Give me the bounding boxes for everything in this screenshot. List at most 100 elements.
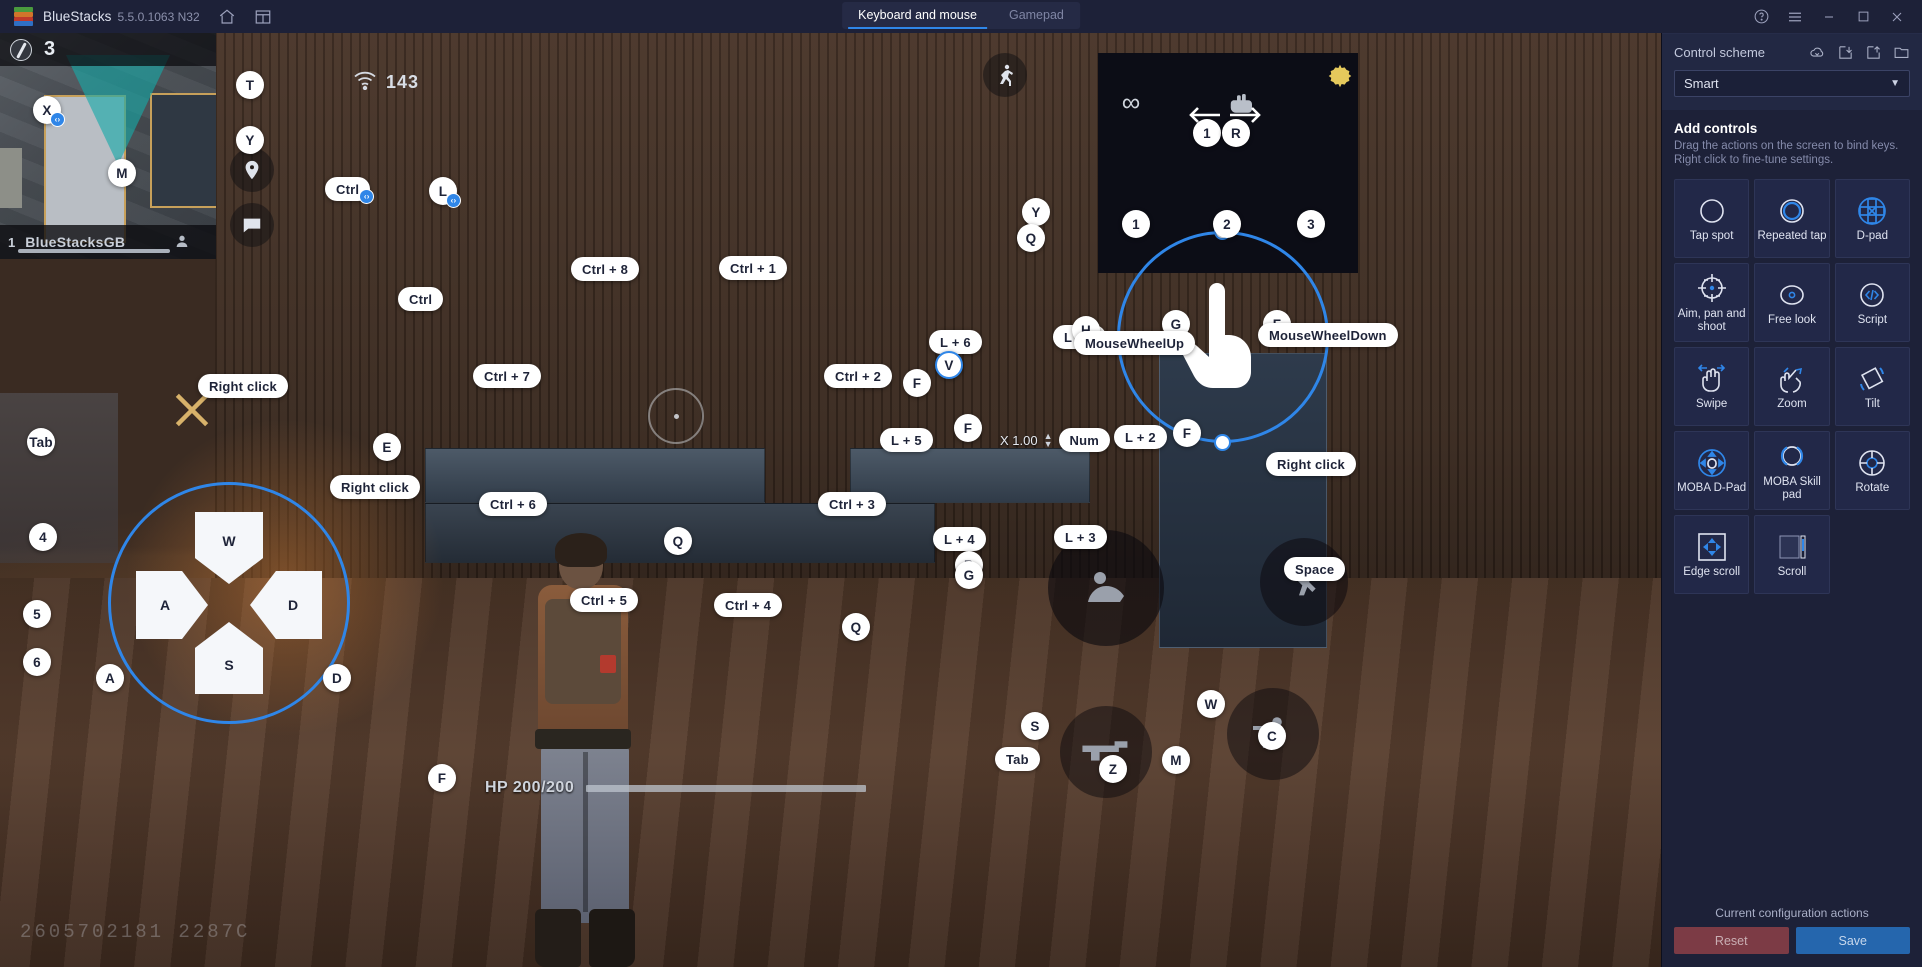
key-badge-ctrl-5[interactable]: Ctrl + 5 — [570, 588, 639, 612]
control-tile-moba-skill-pad[interactable]: MOBA Skill pad — [1754, 431, 1830, 510]
key-badge-l-3[interactable]: L + 3 — [1054, 525, 1107, 549]
key-badge-ctrl-4[interactable]: Ctrl + 4 — [714, 593, 783, 617]
key-badge-ctrl-1[interactable]: Ctrl + 1 — [719, 256, 788, 280]
key-badge-m[interactable]: M — [108, 159, 136, 187]
key-badge-g[interactable]: G — [955, 561, 983, 589]
key-badge-f[interactable]: F — [954, 414, 982, 442]
key-badge-l-6[interactable]: L + 6 — [929, 330, 982, 354]
control-scheme-select[interactable]: Smart ▼ — [1674, 70, 1910, 97]
key-badge-e[interactable]: E — [373, 433, 401, 461]
key-badge-y[interactable]: Y — [1022, 198, 1050, 226]
key-badge-right-click[interactable]: Right click — [198, 374, 288, 398]
export-icon[interactable] — [1865, 44, 1882, 61]
control-tile-rotate[interactable]: Rotate — [1834, 431, 1910, 510]
close-icon[interactable] — [1880, 0, 1914, 33]
key-badge-x[interactable]: X ‹› — [33, 96, 65, 127]
key-badge-num[interactable]: Num — [1058, 428, 1111, 452]
key-badge-1[interactable]: 1 — [1193, 119, 1221, 147]
key-badge-ctrl-2[interactable]: Ctrl + 2 — [824, 364, 893, 388]
control-tile-script[interactable]: Script — [1834, 263, 1910, 342]
key-badge-label: F — [437, 770, 447, 786]
key-badge-l-4[interactable]: L + 4 — [933, 527, 986, 551]
key-badge-tab[interactable]: Tab — [27, 428, 55, 456]
key-badge-1[interactable]: 1 — [1122, 210, 1150, 238]
key-badge-ctrl[interactable]: Ctrl — [398, 287, 444, 311]
key-badge-c[interactable]: C — [1258, 722, 1286, 750]
key-badge-d[interactable]: D — [323, 664, 351, 692]
control-tile-aim-pan-and-shoot[interactable]: Aim, pan and shoot — [1674, 263, 1750, 342]
key-badge-space[interactable]: Space — [1284, 557, 1346, 581]
key-badge-f[interactable]: F — [903, 369, 931, 397]
dpad-control[interactable]: W S A D — [108, 482, 350, 724]
sensitivity-x-stepper[interactable]: ▲ ▼ — [1044, 432, 1053, 449]
control-tile-tilt[interactable]: Tilt — [1834, 347, 1910, 426]
key-badge-swipe-bottom[interactable]: F — [1173, 419, 1201, 447]
key-badge-ctrl-3[interactable]: Ctrl + 3 — [818, 492, 887, 516]
key-badge-2[interactable]: 2 — [1213, 210, 1241, 238]
key-badge-tab[interactable]: Tab — [995, 747, 1040, 771]
help-icon[interactable] — [1744, 0, 1778, 33]
minimap[interactable]: 3 1 BlueStacksGB — [0, 33, 216, 259]
key-badge-v[interactable]: V — [935, 351, 963, 379]
key-badge-label: Y — [245, 132, 255, 148]
control-tile-edge-scroll[interactable]: Edge scroll — [1674, 515, 1750, 594]
gear-icon[interactable] — [1325, 61, 1355, 91]
key-badge-m[interactable]: M — [1162, 746, 1190, 774]
key-badge-f[interactable]: F — [428, 764, 456, 792]
control-tile-tap-spot[interactable]: Tap spot — [1674, 179, 1750, 258]
key-badge-4[interactable]: 4 — [29, 523, 57, 551]
key-badge-right-click[interactable]: Right click — [1266, 452, 1356, 476]
key-badge-ctrl-6[interactable]: Ctrl + 6 — [479, 492, 548, 516]
game-viewport[interactable]: 3 1 BlueStacksGB 1 4 3 ∞ HP 200/200 260570… — [0, 33, 1661, 967]
key-badge-ctrl-8[interactable]: Ctrl + 8 — [571, 257, 640, 281]
control-tile-free-look[interactable]: Free look — [1754, 263, 1830, 342]
location-pin-icon[interactable] — [230, 148, 274, 192]
hamburger-menu-icon[interactable] — [1778, 0, 1812, 33]
import-icon[interactable] — [1837, 44, 1854, 61]
swipe-handle-bottom[interactable] — [1216, 436, 1229, 449]
home-icon[interactable] — [218, 8, 236, 26]
control-tile-moba-d-pad[interactable]: MOBA D-Pad — [1674, 431, 1750, 510]
key-badge-5[interactable]: 5 — [23, 600, 51, 628]
control-tile-scroll[interactable]: Scroll — [1754, 515, 1830, 594]
maximize-icon[interactable] — [1846, 0, 1880, 33]
hud-action-jump[interactable] — [1260, 538, 1348, 626]
folder-icon[interactable] — [1893, 44, 1910, 61]
key-badge-a[interactable]: A — [96, 664, 124, 692]
tab-gamepad[interactable]: Gamepad — [993, 2, 1080, 29]
key-badge-right-click[interactable]: Right click — [330, 475, 420, 499]
key-badge-ctrl-7[interactable]: Ctrl + 7 — [473, 364, 542, 388]
control-tile-swipe[interactable]: Swipe — [1674, 347, 1750, 426]
key-badge-w[interactable]: W — [1197, 690, 1225, 718]
cloud-sync-icon[interactable] — [1809, 44, 1826, 61]
reset-button[interactable]: Reset — [1674, 927, 1789, 954]
key-badge-mousewheeldown[interactable]: MouseWheelDown — [1258, 323, 1398, 347]
key-badge-q[interactable]: Q — [664, 527, 692, 555]
key-badge-l[interactable]: L ‹› — [429, 177, 461, 208]
key-badge-6[interactable]: 6 — [23, 648, 51, 676]
key-badge-y[interactable]: Y — [236, 126, 264, 154]
key-badge-q[interactable]: Q — [1017, 224, 1045, 252]
control-tile-zoom[interactable]: Zoom — [1754, 347, 1830, 426]
control-tile-d-pad[interactable]: D-pad — [1834, 179, 1910, 258]
key-badge-t[interactable]: T — [236, 71, 264, 99]
minimize-icon[interactable] — [1812, 0, 1846, 33]
key-badge-s[interactable]: S — [1021, 712, 1049, 740]
key-badge-3[interactable]: 3 — [1297, 210, 1325, 238]
sprint-icon[interactable] — [983, 53, 1027, 97]
key-badge-q[interactable]: Q — [842, 613, 870, 641]
multi-instance-icon[interactable] — [254, 8, 272, 26]
key-badge-r[interactable]: R — [1222, 119, 1250, 147]
tab-keyboard-and-mouse[interactable]: Keyboard and mouse — [842, 2, 993, 29]
hud-weapon-slot[interactable] — [1060, 706, 1152, 798]
key-badge-l-5[interactable]: L + 5 — [880, 428, 933, 452]
key-badge-label: Q — [850, 619, 862, 635]
key-badge-ctrl[interactable]: Ctrl ‹› — [325, 177, 375, 204]
key-badge-mousewheelup[interactable]: MouseWheelUp — [1074, 331, 1196, 355]
controls-tile-grid: Tap spot Repeated tap D-pad Aim, pan and sh… — [1662, 173, 1922, 906]
key-badge-l-2[interactable]: L + 2 — [1114, 425, 1167, 449]
control-tile-repeated-tap[interactable]: Repeated tap — [1754, 179, 1830, 258]
chat-bubble-icon[interactable] — [230, 203, 274, 247]
save-button[interactable]: Save — [1795, 927, 1910, 954]
key-badge-z[interactable]: Z — [1099, 755, 1127, 783]
